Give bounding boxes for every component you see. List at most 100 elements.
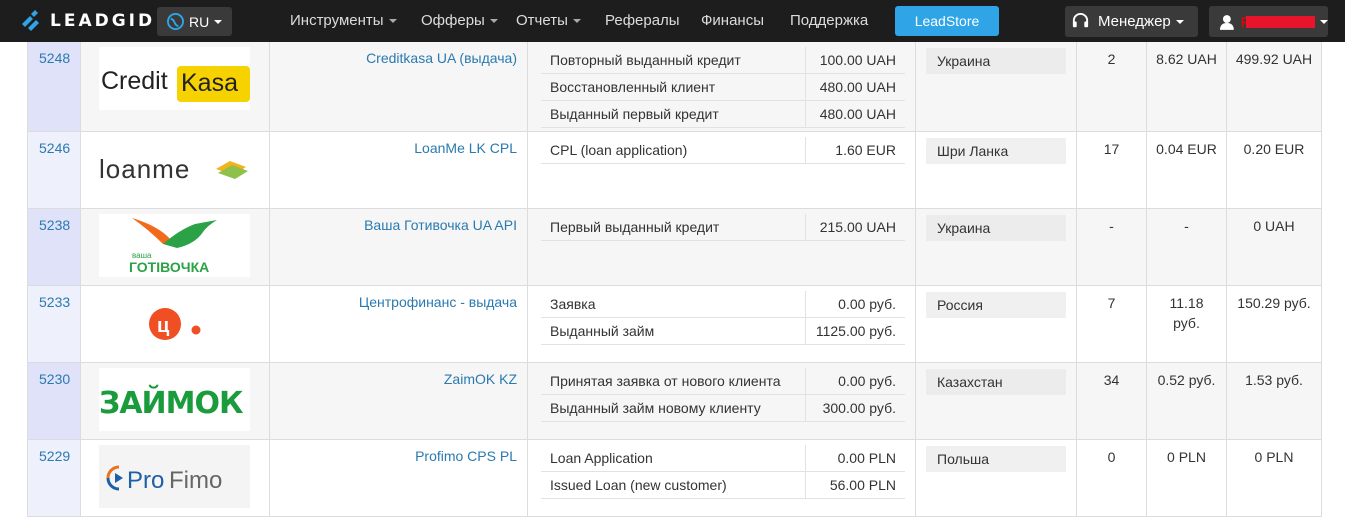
nav-support[interactable]: Поддержка (790, 0, 868, 42)
offer-geo: Шри Ланка (926, 138, 1066, 164)
leadstore-button[interactable]: LeadStore (895, 6, 999, 36)
stat-cell: 1.53 руб. (1227, 363, 1322, 439)
offer-name-cell: LoanMe LK CPL (270, 132, 528, 208)
user-menu[interactable]: Р (1209, 6, 1328, 37)
stat-value: 0 PLN (1254, 449, 1294, 465)
goal-payout: 215.00 UAH (819, 219, 896, 235)
goal-row: Заявка 0.00 руб. (541, 291, 905, 318)
offer-logo[interactable]: ваша ГОТІВОЧКА (99, 214, 250, 277)
logo-text-loanme: loanme (99, 154, 190, 184)
goal-row: Выданный займ новому клиенту 300.00 руб. (541, 395, 905, 422)
stat-cell: 0 (1077, 440, 1147, 516)
goal-row: Принятая заявка от нового клиента 0.00 ру… (541, 368, 905, 395)
offer-id-link[interactable]: 5233 (39, 294, 70, 310)
offer-id-link[interactable]: 5246 (39, 140, 70, 156)
offer-logo[interactable]: ЗАЙМОК (99, 368, 250, 431)
stat-value: 1.53 руб. (1245, 372, 1303, 388)
goal-row: Issued Loan (new customer) 56.00 PLN (541, 472, 905, 499)
offer-id-link[interactable]: 5248 (39, 50, 70, 66)
goal-payout: 480.00 UAH (819, 79, 896, 95)
nav-item-label: Инструменты (290, 12, 384, 29)
brand-logo[interactable]: LEADGID (20, 8, 155, 34)
stat-cell: 0.52 руб. (1147, 363, 1227, 439)
offer-goals-cell: CPL (loan application) 1.60 EUR (528, 132, 916, 208)
offer-id-link[interactable]: 5230 (39, 371, 70, 387)
goal-name: Issued Loan (new customer) (550, 477, 727, 493)
stat-value: 0 PLN (1167, 449, 1206, 465)
goal-name: Заявка (550, 296, 596, 312)
redacted-username (1246, 15, 1315, 28)
goal-row: Восстановленный клиент 480.00 UAH (541, 74, 905, 101)
stat-cell: 499.92 UAH (1227, 42, 1322, 131)
user-icon (1219, 14, 1234, 30)
offer-name-link[interactable]: Creditkasa UA (выдача) (366, 50, 517, 66)
language-selector[interactable]: RU (157, 7, 232, 36)
offer-id-cell: 5229 (27, 440, 81, 516)
goal-payout: 480.00 UAH (819, 106, 896, 122)
offer-logo[interactable]: Pro Fimo (99, 445, 250, 508)
stat-cell: 0.04 EUR (1147, 132, 1227, 208)
offer-geo-cell: Украина (916, 209, 1077, 285)
table-row: 5248 Credit Kasa Creditkasa UA (выдача) … (27, 42, 1322, 132)
brand-name: LEADGID (50, 11, 156, 31)
offer-name-link[interactable]: Profimo CPS PL (415, 448, 517, 464)
goal-name: Первый выданный кредит (550, 219, 720, 235)
stat-value: 0 (1107, 449, 1116, 465)
offers-table: 5248 Credit Kasa Creditkasa UA (выдача) … (27, 42, 1322, 517)
logo-text-zaimok: ЗАЙМОК (99, 385, 244, 421)
offer-id-link[interactable]: 5229 (39, 448, 70, 464)
nav-tools[interactable]: Инструменты (290, 0, 397, 42)
offer-logo[interactable]: Credit Kasa (99, 47, 250, 110)
vasha-gotivochka-logo-icon: ваша ГОТІВОЧКА (129, 218, 217, 275)
stat-cell: - (1147, 209, 1227, 285)
table-row: 5230 ЗАЙМОК ZaimOK KZ Принятая заявка от… (27, 363, 1322, 440)
goal-payout: 56.00 PLN (829, 477, 896, 493)
offer-name-cell: Ваша Готивочка UA API (270, 209, 528, 285)
logo-text-fimo: Fimo (169, 467, 222, 494)
nav-referrals[interactable]: Рефералы (605, 0, 680, 42)
goal-row: Первый выданный кредит 215.00 UAH (541, 214, 905, 241)
goal-name: Выданный займ (550, 323, 655, 339)
manager-menu[interactable]: Менеджер (1065, 6, 1198, 37)
offer-logo[interactable]: loanme (99, 137, 250, 200)
offer-name-link[interactable]: ZaimOK KZ (444, 371, 517, 387)
offer-geo: Украина (926, 48, 1066, 74)
offer-geo: Россия (926, 292, 1066, 318)
offer-geo-cell: Польша (916, 440, 1077, 516)
offer-id-cell: 5238 (27, 209, 81, 285)
offer-name-link[interactable]: Ваша Готивочка UA API (364, 217, 517, 233)
offer-name-link[interactable]: Центрофинанс - выдача (359, 294, 517, 310)
offer-id-cell: 5230 (27, 363, 81, 439)
offer-geo: Украина (926, 215, 1066, 241)
creditkasa-logo-icon: Credit Kasa (101, 66, 250, 102)
stat-cell: 34 (1077, 363, 1147, 439)
nav-item-label: Рефералы (605, 12, 680, 29)
nav-finance[interactable]: Финансы (701, 0, 764, 42)
leadgid-logo-icon (22, 10, 39, 31)
offer-name-link[interactable]: LoanMe LK CPL (414, 140, 517, 156)
offer-logo-cell: ваша ГОТІВОЧКА (81, 209, 270, 285)
nav-reports[interactable]: Отчеты (516, 0, 581, 42)
logo-text-credit: Credit (101, 67, 168, 95)
goal-payout: 1.60 EUR (835, 142, 896, 158)
goal-name: Повторный выданный кредит (550, 52, 741, 68)
stat-cell: 8.62 UAH (1147, 42, 1227, 131)
offer-id-link[interactable]: 5238 (39, 217, 70, 233)
stat-value: 8.62 UAH (1156, 51, 1217, 67)
offer-geo-cell: Россия (916, 286, 1077, 362)
goal-name: Loan Application (550, 450, 653, 466)
stat-value: 17 (1103, 141, 1120, 157)
nav-offers[interactable]: Офферы (421, 0, 498, 42)
goal-name: Выданный займ новому клиенту (550, 400, 761, 416)
offer-logo[interactable]: ц (99, 291, 250, 354)
goal-name: Принятая заявка от нового клиента (550, 373, 781, 389)
offer-goals-cell: Принятая заявка от нового клиента 0.00 ру… (528, 363, 916, 439)
stat-value: - (1184, 218, 1189, 234)
top-navbar: LEADGID RU Инструменты Офферы Отчеты Реф… (0, 0, 1345, 42)
chevron-down-icon (489, 19, 498, 24)
offer-name-cell: Profimo CPS PL (270, 440, 528, 516)
table-row: 5238 ваша ГОТІВОЧКА Ваша Готивочка UA AP… (27, 209, 1322, 286)
offer-id-cell: 5248 (27, 42, 81, 131)
goal-row: Выданный займ 1125.00 руб. (541, 318, 905, 345)
offer-goals-cell: Loan Application 0.00 PLN Issued Loan (ne… (528, 440, 916, 516)
